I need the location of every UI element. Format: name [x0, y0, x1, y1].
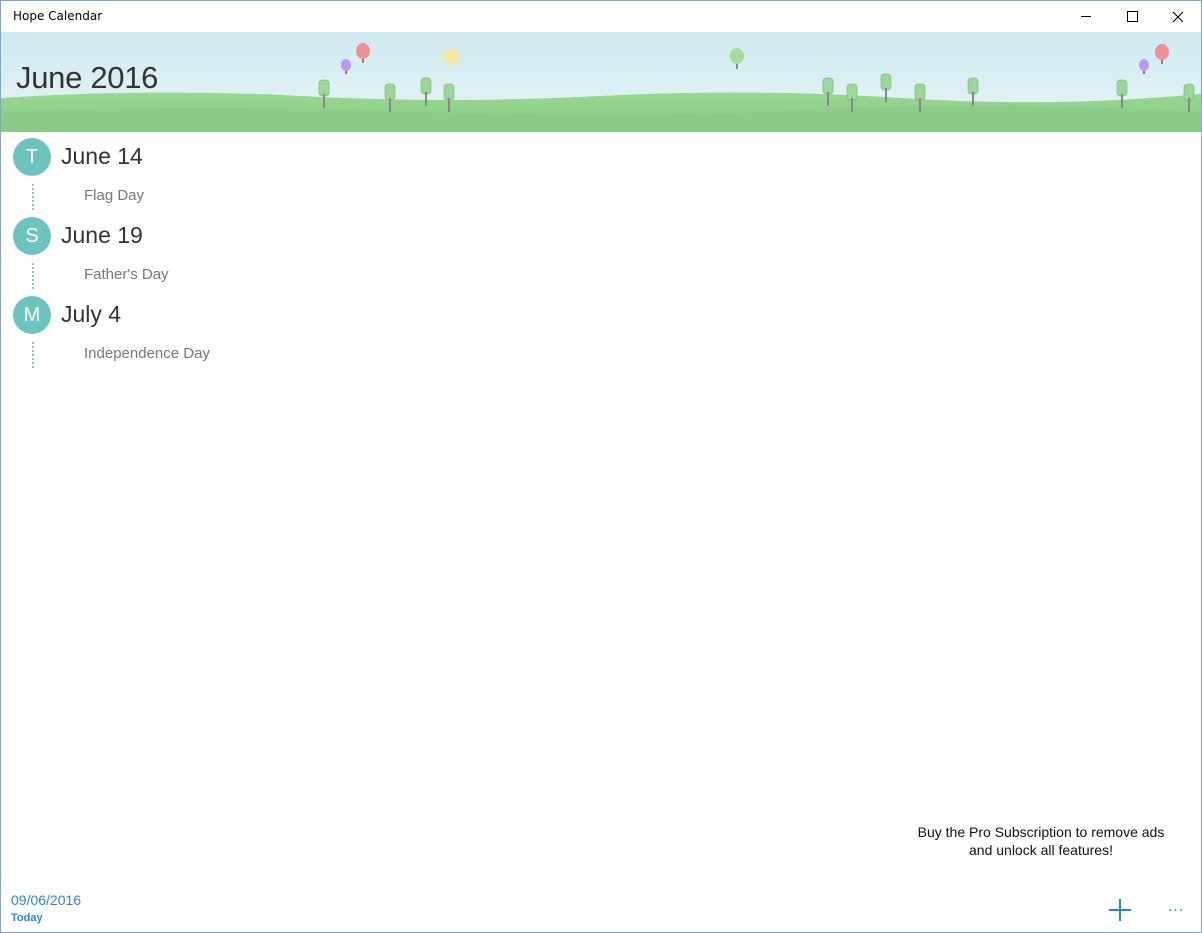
app-window: Hope Calendar June 2016 T June 14 Flag D…	[0, 0, 1202, 933]
event-date: June 14	[61, 143, 143, 169]
header-banner: June 2016	[1, 32, 1201, 132]
minimize-icon	[1081, 16, 1091, 17]
timeline-connector	[32, 184, 34, 210]
day-badge: T	[13, 138, 51, 176]
day-badge: M	[13, 296, 51, 334]
event-date: June 19	[61, 222, 143, 248]
timeline-connector	[32, 263, 34, 289]
promo-line-1: Buy the Pro Subscription to remove ads	[917, 824, 1165, 840]
events-list: T June 14 Flag Day S June 19 Father's Da…	[1, 132, 1201, 369]
event-item[interactable]: S June 19 Father's Day	[1, 211, 1201, 290]
day-badge: S	[13, 217, 51, 255]
today-label[interactable]: Today	[11, 912, 43, 924]
event-name[interactable]: Independence Day	[84, 345, 210, 362]
event-date: July 4	[61, 301, 122, 327]
more-options-button[interactable]: ...	[1161, 895, 1191, 925]
event-name[interactable]: Father's Day	[84, 266, 169, 283]
app-title: Hope Calendar	[13, 9, 103, 23]
timeline-connector	[32, 342, 34, 368]
ellipsis-icon: ...	[1167, 898, 1185, 915]
add-event-button[interactable]	[1105, 895, 1135, 925]
plus-icon	[1109, 899, 1131, 921]
minimize-button[interactable]	[1063, 1, 1109, 32]
event-name[interactable]: Flag Day	[84, 187, 144, 204]
landscape-illustration	[1, 32, 1201, 132]
today-date[interactable]: 09/06/2016	[11, 892, 81, 908]
maximize-button[interactable]	[1109, 1, 1155, 32]
maximize-icon	[1126, 11, 1138, 22]
close-icon	[1172, 11, 1184, 22]
title-bar: Hope Calendar	[1, 1, 1201, 32]
promo-line-2: and unlock all features!	[969, 842, 1113, 858]
month-title: June 2016	[16, 60, 159, 95]
event-item[interactable]: T June 14 Flag Day	[1, 132, 1201, 211]
pro-subscription-promo[interactable]: Buy the Pro Subscription to remove ads a…	[901, 823, 1181, 859]
event-item[interactable]: M July 4 Independence Day	[1, 290, 1201, 369]
close-button[interactable]	[1155, 1, 1201, 32]
